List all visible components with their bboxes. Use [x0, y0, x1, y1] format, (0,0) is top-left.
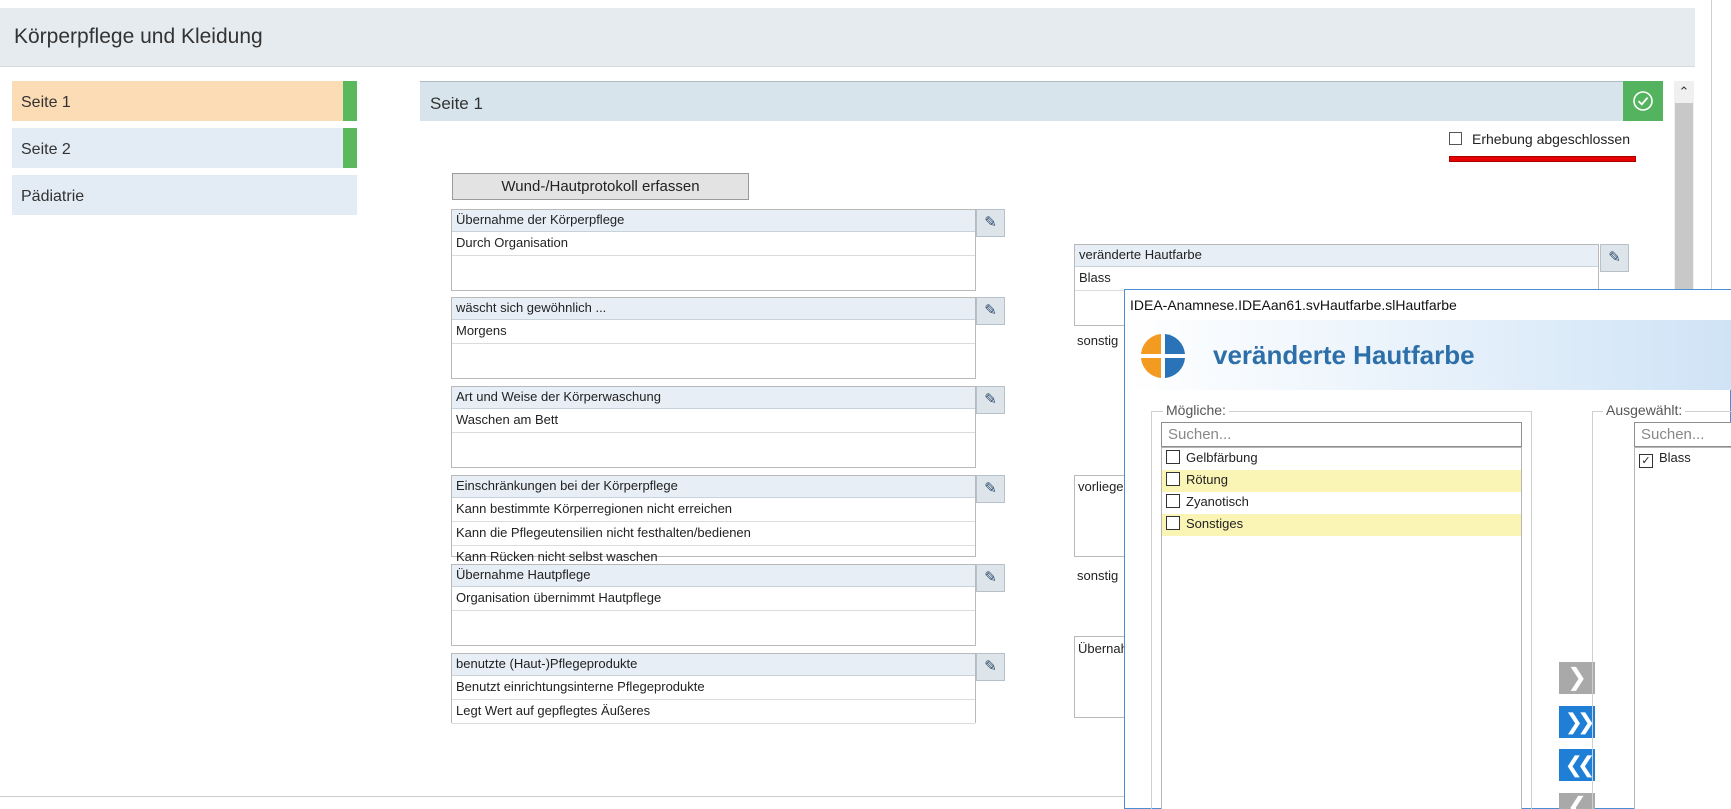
field-title: Übernahme der Körperpflege	[452, 210, 975, 232]
nav-item-label: Seite 2	[21, 141, 71, 158]
field-uebernahme-hautpflege[interactable]: Übernahme Hautpflege Organisation überni…	[451, 564, 976, 646]
check-circle-icon	[1633, 91, 1653, 111]
possible-label: Mögliche:	[1163, 402, 1229, 418]
checkbox[interactable]	[1166, 516, 1180, 530]
field-title: Übernahme Hautpflege	[452, 565, 975, 587]
possible-list[interactable]: Gelbfärbung Rötung Zyanotisch Sonstiges	[1161, 447, 1522, 809]
edit-icon[interactable]: ✎	[976, 386, 1005, 414]
list-item-label: Gelbfärbung	[1186, 450, 1258, 465]
page-header	[420, 81, 1623, 121]
nav-status-marker	[343, 128, 357, 168]
dialog-window-title: IDEA-Anamnese.IDEAan61.svHautfarbe.slHau…	[1130, 297, 1457, 313]
scroll-up-icon[interactable]: ⌃	[1674, 81, 1694, 103]
checkbox[interactable]	[1166, 450, 1180, 464]
erhebung-checkbox[interactable]	[1449, 132, 1462, 145]
field-sonstige-label: sonstig	[1077, 568, 1119, 583]
field-title: veränderte Hautfarbe	[1075, 245, 1598, 267]
field-title: Einschränkungen bei der Körperpflege	[452, 476, 975, 498]
nav-item-seite-2[interactable]: Seite 2	[12, 128, 343, 168]
page-title: Körperpflege und Kleidung	[14, 25, 263, 48]
page-header-title: Seite 1	[430, 94, 483, 113]
field-title: Art und Weise der Körperwaschung	[452, 387, 975, 409]
footer-divider	[0, 796, 1130, 797]
field-title: benutzte (Haut-)Pflegeprodukte	[452, 654, 975, 676]
double-chevron-left-icon[interactable]: ❮❮	[1559, 749, 1595, 781]
checkbox[interactable]	[1166, 494, 1180, 508]
nav-item-paediatrie[interactable]: Pädiatrie	[12, 175, 357, 215]
nav-status-marker	[343, 81, 357, 121]
list-item[interactable]: Gelbfärbung	[1162, 448, 1521, 470]
field-value: Kann die Pflegeutensilien nicht festhalt…	[452, 522, 975, 546]
field-value: Durch Organisation	[452, 232, 975, 256]
erhebung-label: Erhebung abgeschlossen	[1472, 131, 1631, 147]
required-indicator	[1449, 156, 1636, 162]
list-item[interactable]: Rötung	[1162, 470, 1521, 492]
list-item-label: Zyanotisch	[1186, 494, 1249, 509]
edit-icon[interactable]: ✎	[1600, 244, 1629, 272]
chevron-left-icon[interactable]: ❮	[1559, 793, 1595, 809]
field-value: Waschen am Bett	[452, 409, 975, 433]
edit-icon[interactable]: ✎	[976, 564, 1005, 592]
field-value: Legt Wert auf gepflegtes Äußeres	[452, 700, 975, 724]
nav-item-label: Seite 1	[21, 94, 71, 111]
edit-icon[interactable]: ✎	[976, 297, 1005, 325]
checkbox-checked[interactable]: ✓	[1639, 454, 1653, 468]
list-item-label: Sonstiges	[1186, 516, 1244, 531]
field-pflegeprodukte[interactable]: benutzte (Haut-)Pflegeprodukte Benutzt e…	[451, 653, 976, 724]
dialog-heading: veränderte Hautfarbe	[1213, 340, 1475, 370]
edit-icon[interactable]: ✎	[976, 475, 1005, 503]
idea-logo-icon	[1139, 332, 1187, 380]
field-value: Morgens	[452, 320, 975, 344]
field-uebernahme-koerperpflege[interactable]: Übernahme der Körperpflege Durch Organis…	[451, 209, 976, 291]
field-value: Blass	[1075, 267, 1598, 291]
field-einschraenkungen[interactable]: Einschränkungen bei der Körperpflege Kan…	[451, 475, 976, 564]
double-chevron-right-icon[interactable]: ❯❯	[1559, 706, 1595, 738]
field-value: Kann bestimmte Körperregionen nicht erre…	[452, 498, 975, 522]
field-title: wäscht sich gewöhnlich ...	[452, 298, 975, 320]
possible-search-input[interactable]: Suchen...	[1161, 422, 1522, 447]
check-circle-icon[interactable]	[1623, 81, 1663, 121]
selected-search-input[interactable]: Suchen...	[1634, 422, 1731, 447]
field-waescht-sich[interactable]: wäscht sich gewöhnlich ... Morgens	[451, 297, 976, 379]
selected-list[interactable]: ✓ Blass	[1634, 447, 1731, 809]
edit-icon[interactable]: ✎	[976, 653, 1005, 681]
wund-protokoll-button[interactable]: Wund-/Hautprotokoll erfassen	[452, 173, 749, 200]
field-value: Organisation übernimmt Hautpflege	[452, 587, 975, 611]
chevron-right-icon[interactable]: ❯	[1559, 662, 1595, 694]
nav-item-seite-1[interactable]: Seite 1	[12, 81, 343, 121]
field-art-koerperwaschung[interactable]: Art und Weise der Körperwaschung Waschen…	[451, 386, 976, 468]
field-sonstige-label: sonstig	[1077, 333, 1119, 348]
selected-label: Ausgewählt:	[1603, 402, 1686, 418]
list-item[interactable]: Sonstiges	[1162, 514, 1521, 536]
edit-icon[interactable]: ✎	[976, 209, 1005, 237]
nav-item-label: Pädiatrie	[21, 188, 85, 205]
list-item[interactable]: Zyanotisch	[1162, 492, 1521, 514]
list-item-label: Blass	[1659, 450, 1691, 465]
list-item-label: Rötung	[1186, 472, 1228, 487]
list-item[interactable]: ✓ Blass	[1635, 448, 1731, 470]
checkbox[interactable]	[1166, 472, 1180, 486]
field-value: Benutzt einrichtungsinterne Pflegeproduk…	[452, 676, 975, 700]
